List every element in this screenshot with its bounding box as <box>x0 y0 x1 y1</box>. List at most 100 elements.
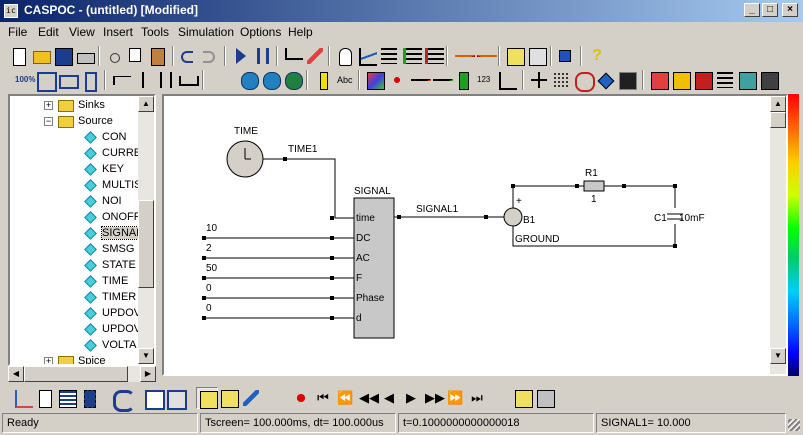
grid-icon[interactable] <box>550 69 572 91</box>
zoom-height-icon[interactable] <box>78 69 100 92</box>
help-icon[interactable]: ? <box>586 45 608 67</box>
netlist-a-icon[interactable] <box>142 387 165 410</box>
resistor-r1[interactable] <box>583 180 605 192</box>
menu-file[interactable]: File <box>8 25 27 39</box>
document-icon[interactable] <box>34 387 56 409</box>
globe-a-icon[interactable] <box>238 69 260 91</box>
scope-a-icon[interactable] <box>196 387 218 409</box>
export-icon[interactable] <box>556 45 578 67</box>
list-x-icon[interactable] <box>422 45 444 67</box>
close-button[interactable]: × <box>782 3 798 17</box>
arrow-left-icon[interactable] <box>474 45 497 67</box>
component-tree[interactable]: + Sinks − Source CON CURRE KEY MULTIS NOI ONOFF SI… <box>8 94 156 366</box>
undo-icon[interactable] <box>178 45 200 67</box>
save-icon[interactable] <box>52 45 74 67</box>
caspoc-app-icon[interactable]: ic <box>4 4 18 18</box>
text-abc-icon[interactable]: Abc <box>334 69 356 91</box>
tree-scroll-thumb[interactable] <box>138 200 154 288</box>
block-icon[interactable] <box>452 69 474 91</box>
zoom-100-icon[interactable]: 100% <box>12 69 35 91</box>
pencil-icon[interactable] <box>304 45 326 67</box>
fast-forward-icon[interactable]: ⏩ <box>444 387 466 409</box>
tree-scroll-right-button[interactable]: ▶ <box>140 366 156 382</box>
tree-scroll-down-button[interactable]: ▼ <box>138 348 154 364</box>
dark-icon[interactable] <box>616 69 638 91</box>
list-sort-icon[interactable] <box>714 69 736 91</box>
paste-icon[interactable] <box>148 45 170 67</box>
play-icon[interactable]: ▶ <box>400 387 422 409</box>
align-b-icon[interactable] <box>132 69 154 91</box>
scope-b-icon[interactable] <box>218 387 240 409</box>
resize-grip[interactable] <box>788 419 800 431</box>
minimize-button[interactable]: _ <box>744 3 760 17</box>
zoom-width-icon[interactable] <box>56 69 79 91</box>
netlist-b-icon[interactable] <box>164 387 187 410</box>
frame-b-icon[interactable] <box>670 69 692 91</box>
menu-tools[interactable]: Tools <box>141 25 169 39</box>
node-icon[interactable] <box>386 69 408 91</box>
record-icon[interactable] <box>290 387 312 409</box>
open-folder-icon[interactable] <box>30 45 52 67</box>
menu-simulation[interactable]: Simulation <box>178 25 234 39</box>
tree-hscrollbar[interactable]: ◀ ▶ <box>8 366 156 382</box>
globe-b-icon[interactable] <box>260 69 282 91</box>
tree-scrollbar[interactable]: ▲ ▼ <box>138 96 154 364</box>
print-icon[interactable] <box>74 45 96 67</box>
grid-c-icon[interactable] <box>758 69 780 91</box>
new-file-icon[interactable] <box>8 45 30 67</box>
tree-expander-icon[interactable]: + <box>44 101 53 110</box>
library-icon[interactable] <box>282 45 304 67</box>
zoom-fit-icon[interactable] <box>34 69 57 92</box>
pencil-b-icon[interactable] <box>240 387 262 409</box>
menu-insert[interactable]: Insert <box>103 25 133 39</box>
tree-expander-icon[interactable]: − <box>44 117 53 126</box>
copy-icon[interactable] <box>126 45 148 67</box>
redo-icon[interactable] <box>200 45 222 67</box>
list-icon[interactable] <box>378 45 400 67</box>
tree-hscroll-thumb[interactable] <box>24 366 128 382</box>
last-icon[interactable]: ⏭ <box>466 387 488 409</box>
pause-icon[interactable] <box>252 45 274 67</box>
source-b1[interactable] <box>503 207 523 227</box>
back-icon[interactable]: ◀ <box>378 387 400 409</box>
hand-icon[interactable] <box>334 45 356 67</box>
schematic-canvas[interactable]: TIME TIME1 SIGNAL time DC AC F Phase d 1… <box>162 94 788 376</box>
canvas-scroll-thumb[interactable] <box>770 112 786 128</box>
scope-icon[interactable] <box>356 45 378 67</box>
cross-icon[interactable] <box>528 69 550 91</box>
canvas-scrollbar[interactable]: ▲ ▼ <box>770 96 786 374</box>
frame-c-icon[interactable] <box>692 69 714 91</box>
component-a-icon[interactable] <box>504 45 526 67</box>
globe-c-icon[interactable] <box>282 69 304 91</box>
tree-scroll-up-button[interactable]: ▲ <box>138 96 154 112</box>
clock-icon[interactable] <box>572 69 595 92</box>
chart-icon[interactable] <box>496 69 518 91</box>
menu-options[interactable]: Options <box>240 25 281 39</box>
probe-icon[interactable] <box>312 69 334 91</box>
run-icon[interactable] <box>230 45 252 67</box>
cut-icon[interactable] <box>104 45 126 67</box>
counter-123-icon[interactable]: 123 <box>474 69 496 91</box>
chip-icon[interactable] <box>78 387 100 409</box>
align-d-icon[interactable] <box>176 69 199 91</box>
tree-expander-icon[interactable]: + <box>44 357 53 364</box>
frame-a-icon[interactable] <box>648 69 670 91</box>
list-check-icon[interactable] <box>400 45 422 67</box>
graph-icon[interactable] <box>12 387 34 409</box>
paint-icon[interactable] <box>594 69 616 91</box>
canvas-scroll-up-button[interactable]: ▲ <box>770 96 786 112</box>
window-b-icon[interactable] <box>534 387 556 409</box>
table-icon[interactable] <box>56 387 78 409</box>
grid-b-icon[interactable] <box>736 69 758 91</box>
maximize-button[interactable]: □ <box>762 3 778 17</box>
fast-back-icon[interactable]: ⏪ <box>334 387 356 409</box>
window-a-icon[interactable] <box>512 387 534 409</box>
component-b-icon[interactable] <box>526 45 548 67</box>
canvas-scroll-down-button[interactable]: ▼ <box>770 348 786 364</box>
menu-view[interactable]: View <box>69 25 95 39</box>
first-icon[interactable]: ⏮ <box>312 387 334 409</box>
color-icon[interactable] <box>364 69 386 91</box>
forward-icon[interactable]: ▶▶ <box>422 387 445 409</box>
align-c-icon[interactable] <box>154 69 176 91</box>
arrow-r2-icon[interactable] <box>430 69 453 91</box>
